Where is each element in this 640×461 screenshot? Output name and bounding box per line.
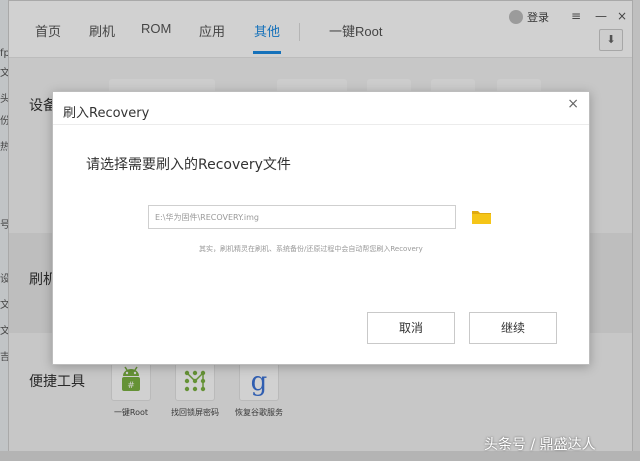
folder-browse-icon[interactable]: [472, 209, 491, 224]
flash-recovery-dialog: 刷入Recovery × 请选择需要刷入的Recovery文件 其实，刷机精灵在…: [52, 91, 590, 365]
watermark-text: 头条号 / 鼎盛达人: [484, 437, 596, 453]
dialog-title-divider: [53, 124, 589, 125]
continue-button[interactable]: 继续: [469, 312, 557, 344]
recovery-file-path-input[interactable]: [148, 205, 456, 229]
dialog-close-icon[interactable]: ×: [567, 96, 579, 112]
dialog-hint-text: 其实，刷机精灵在刷机、系统备份/还原过程中会自动帮您刷入Recovery: [199, 245, 423, 253]
dialog-heading: 请选择需要刷入的Recovery文件: [86, 157, 291, 173]
cancel-button[interactable]: 取消: [367, 312, 455, 344]
dialog-title: 刷入Recovery: [63, 106, 150, 121]
